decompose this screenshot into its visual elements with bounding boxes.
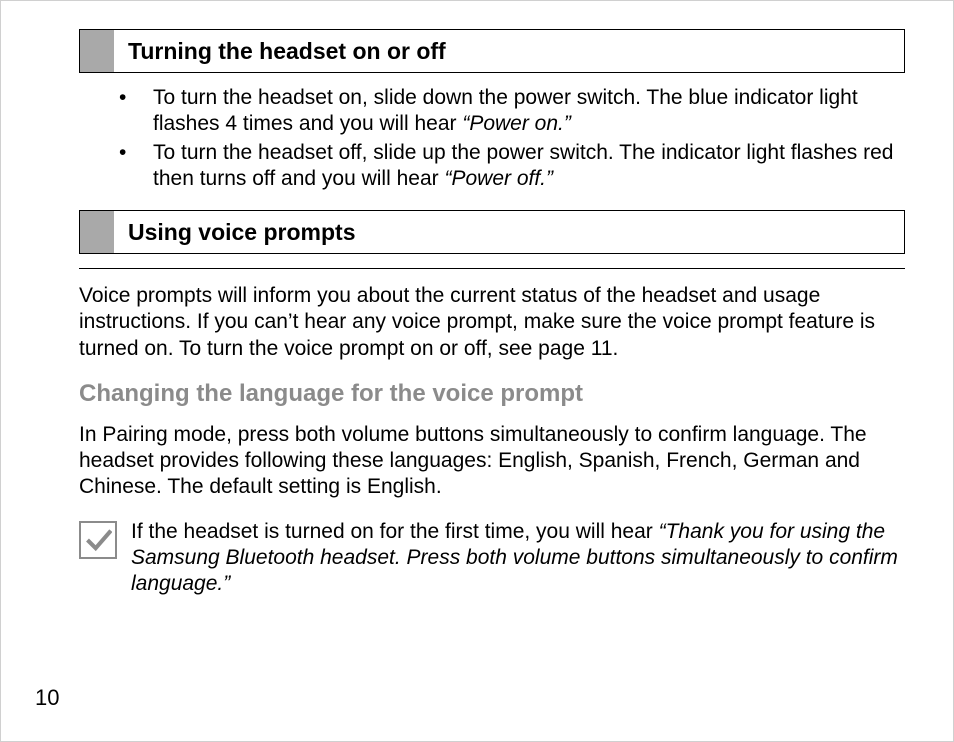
section-header-voice-prompts: Using voice prompts xyxy=(79,210,905,254)
page-number: 10 xyxy=(35,685,59,711)
paragraph: Voice prompts will inform you about the … xyxy=(79,283,905,362)
list-item-quote: “Power on.” xyxy=(462,112,571,135)
note-text: If the headset is turned on for the firs… xyxy=(131,519,905,598)
note-callout: If the headset is turned on for the firs… xyxy=(79,519,905,598)
list-item-quote: “Power off.” xyxy=(444,167,553,190)
section-header-turning-on-off: Turning the headset on or off xyxy=(79,29,905,73)
section-header-tab xyxy=(80,211,114,253)
note-pre: If the headset is turned on for the firs… xyxy=(131,520,659,543)
list-item: To turn the headset on, slide down the p… xyxy=(119,85,905,138)
manual-page: Turning the headset on or off To turn th… xyxy=(0,0,954,742)
section-header-tab xyxy=(80,30,114,72)
section-title: Turning the headset on or off xyxy=(114,30,904,72)
checkmark-icon xyxy=(79,521,117,559)
section-title: Using voice prompts xyxy=(114,211,904,253)
section-divider xyxy=(79,268,905,269)
list-item: To turn the headset off, slide up the po… xyxy=(119,140,905,193)
subsection-title: Changing the language for the voice prom… xyxy=(79,380,905,408)
bullet-list: To turn the headset on, slide down the p… xyxy=(49,85,905,192)
paragraph: In Pairing mode, press both volume butto… xyxy=(79,422,905,501)
